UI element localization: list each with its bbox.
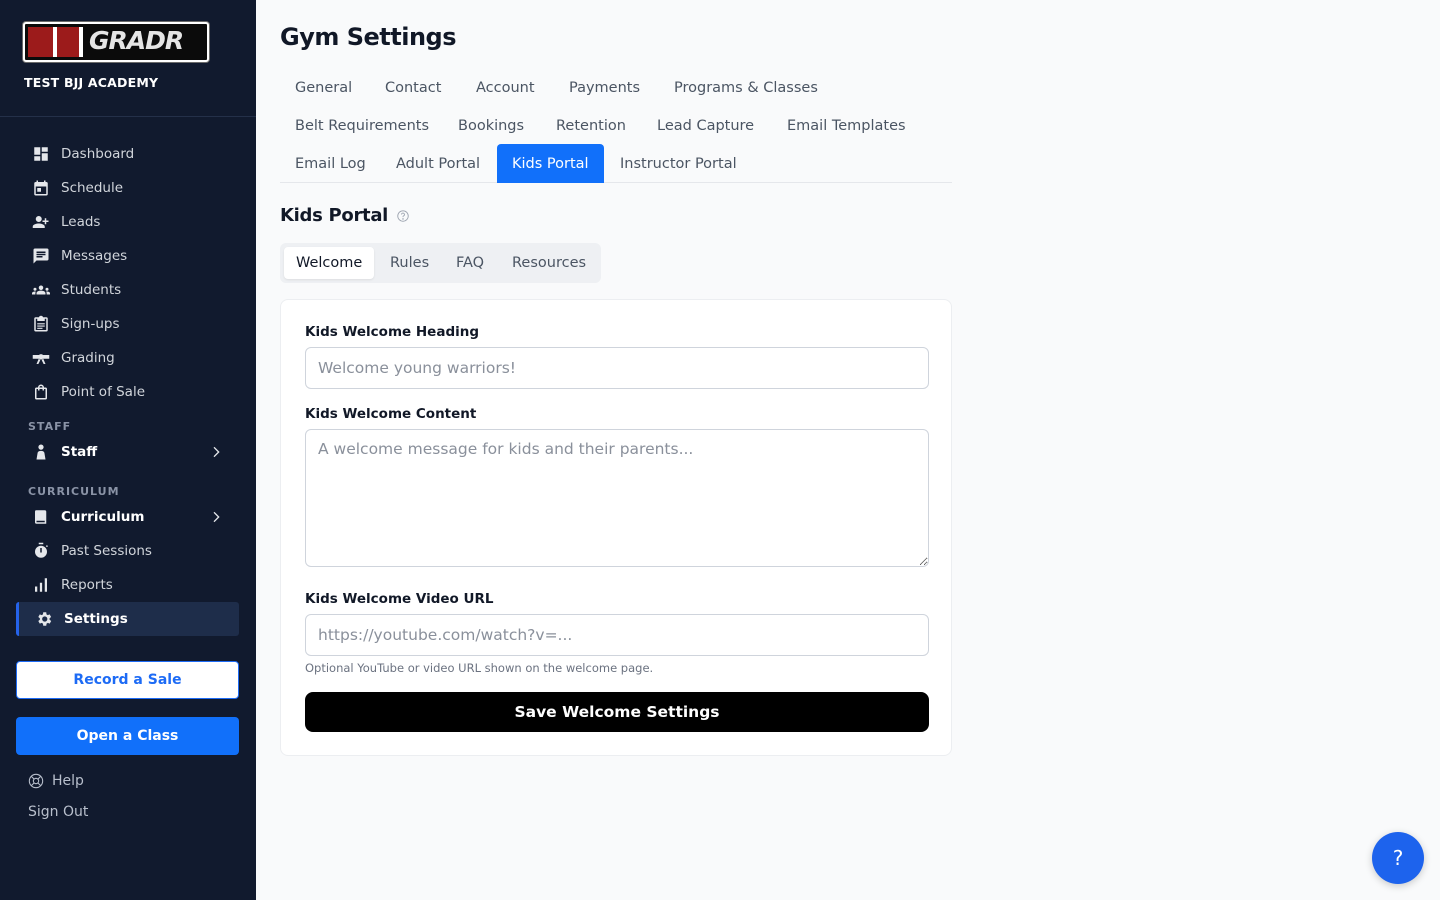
sidebar-item-label: Grading	[61, 350, 115, 366]
tab-payments[interactable]: Payments	[554, 68, 655, 107]
academy-name: TEST BJJ ACADEMY	[24, 75, 159, 90]
sidebar-item-messages[interactable]: Messages	[0, 239, 256, 273]
sidebar-item-sign-ups[interactable]: Sign-ups	[0, 307, 256, 341]
dashboard-icon	[32, 145, 50, 163]
sidebar-item-point-of-sale[interactable]: Point of Sale	[0, 375, 256, 409]
sidebar-item-label: Sign-ups	[61, 316, 120, 332]
tab-adult-portal[interactable]: Adult Portal	[381, 144, 495, 183]
kids-welcome-heading-input[interactable]	[305, 347, 929, 389]
sidebar-item-label: Leads	[61, 214, 101, 230]
help-circle-icon[interactable]	[396, 209, 410, 223]
tab-kids-portal[interactable]: Kids Portal	[497, 144, 604, 183]
sidebar-item-leads[interactable]: Leads	[0, 205, 256, 239]
tab-programs-classes[interactable]: Programs & Classes	[659, 68, 833, 107]
sidebar-item-settings[interactable]: Settings	[16, 602, 239, 636]
help-link[interactable]: Help	[28, 773, 84, 789]
settings-tabs: General Contact Account Payments Program…	[280, 68, 952, 183]
sidebar-item-schedule[interactable]: Schedule	[0, 171, 256, 205]
add-person-icon	[32, 213, 50, 231]
sidebar-item-label: Students	[61, 282, 122, 298]
sidebar-item-dashboard[interactable]: Dashboard	[0, 137, 256, 171]
belt-icon	[32, 349, 50, 367]
sidebar-item-label: Staff	[61, 444, 98, 460]
welcome-settings-card: Kids Welcome Heading Kids Welcome Conten…	[280, 299, 952, 756]
sidebar: GRADR TEST BJJ ACADEMY Dashboard Schedul…	[0, 0, 256, 900]
sidebar-item-label: Point of Sale	[61, 384, 146, 400]
sidebar-item-label: Dashboard	[61, 146, 135, 162]
sidebar-item-label: Messages	[61, 248, 128, 264]
stopwatch-icon	[32, 542, 50, 560]
tab-retention[interactable]: Retention	[541, 106, 641, 145]
tab-instructor-portal[interactable]: Instructor Portal	[605, 144, 752, 183]
gradr-logo[interactable]: GRADR	[23, 22, 209, 62]
sidebar-item-label: Curriculum	[61, 509, 145, 525]
main-nav: Dashboard Schedule Leads Messages Studen…	[0, 117, 256, 636]
tab-contact[interactable]: Contact	[370, 68, 456, 107]
sidebar-item-curriculum[interactable]: Curriculum	[0, 500, 256, 534]
sidebar-item-students[interactable]: Students	[0, 273, 256, 307]
brand: GRADR TEST BJJ ACADEMY	[0, 0, 256, 117]
sidebar-item-past-sessions[interactable]: Past Sessions	[0, 534, 256, 568]
open-class-button[interactable]: Open a Class	[16, 717, 239, 755]
tab-account[interactable]: Account	[461, 68, 550, 107]
sidebar-item-staff[interactable]: Staff	[0, 435, 256, 469]
video-url-label: Kids Welcome Video URL	[305, 591, 494, 607]
clipboard-icon	[32, 315, 50, 333]
bar-chart-icon	[32, 576, 50, 594]
portal-subtabs: Welcome Rules FAQ Resources	[280, 243, 601, 283]
sign-out-link[interactable]: Sign Out	[28, 804, 88, 820]
tab-bookings[interactable]: Bookings	[443, 106, 539, 145]
page-title: Gym Settings	[280, 23, 457, 51]
heading-label: Kids Welcome Heading	[305, 324, 480, 340]
help-label: Help	[52, 773, 84, 789]
video-url-hint: Optional YouTube or video URL shown on t…	[305, 661, 654, 675]
sidebar-item-grading[interactable]: Grading	[0, 341, 256, 375]
gear-icon	[35, 610, 53, 628]
section-title-text: Kids Portal	[280, 205, 389, 226]
chat-icon	[32, 247, 50, 265]
person-icon	[32, 443, 50, 461]
calendar-icon	[32, 179, 50, 197]
lifebuoy-icon	[28, 773, 44, 789]
sidebar-item-label: Schedule	[61, 180, 124, 196]
subtab-welcome[interactable]: Welcome	[284, 247, 375, 279]
subtab-resources[interactable]: Resources	[500, 247, 598, 279]
content-label: Kids Welcome Content	[305, 406, 477, 422]
kids-welcome-video-url-input[interactable]	[305, 614, 929, 656]
tab-general[interactable]: General	[280, 68, 367, 107]
shopping-bag-icon	[32, 383, 50, 401]
tab-email-templates[interactable]: Email Templates	[772, 106, 921, 145]
sidebar-item-label: Reports	[61, 577, 113, 593]
sidebar-item-label: Past Sessions	[61, 543, 152, 559]
record-sale-button[interactable]: Record a Sale	[16, 661, 239, 699]
help-fab-button[interactable]: ?	[1372, 832, 1424, 884]
save-welcome-settings-button[interactable]: Save Welcome Settings	[305, 692, 929, 732]
book-icon	[32, 508, 50, 526]
sidebar-item-reports[interactable]: Reports	[0, 568, 256, 602]
chevron-right-icon	[208, 444, 224, 460]
group-icon	[32, 281, 50, 299]
tab-belt-requirements[interactable]: Belt Requirements	[280, 106, 444, 145]
staff-section-label: STAFF	[28, 420, 72, 433]
sidebar-item-label: Settings	[64, 611, 128, 627]
subtab-rules[interactable]: Rules	[378, 247, 441, 279]
curriculum-section-label: CURRICULUM	[28, 485, 120, 498]
section-title: Kids Portal	[280, 205, 410, 226]
subtab-faq[interactable]: FAQ	[444, 247, 496, 279]
tab-email-log[interactable]: Email Log	[280, 144, 381, 183]
tab-lead-capture[interactable]: Lead Capture	[642, 106, 769, 145]
kids-welcome-content-textarea[interactable]	[305, 429, 929, 567]
chevron-right-icon	[208, 509, 224, 525]
